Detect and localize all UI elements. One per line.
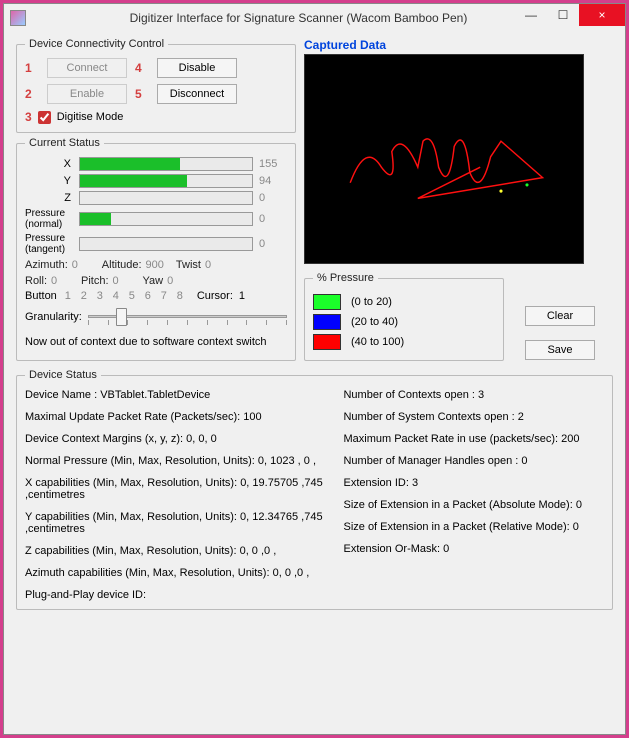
connectivity-legend: Device Connectivity Control [25,38,168,50]
x-value: 155 [259,158,287,170]
cursor-v: 1 [239,290,245,302]
b7: 7 [159,290,169,302]
ds-l6: Y capabilities (Min, Max, Resolution, Un… [25,511,331,535]
ds-r7: Size of Extension in a Packet (Relative … [343,521,604,533]
range-20-40: (20 to 40) [351,316,398,328]
ds-r2: Number of System Contexts open : 2 [343,411,604,423]
altitude-k: Altitude: [102,259,142,271]
swatch-red [313,334,341,350]
context-message: Now out of context due to software conte… [25,336,287,348]
pt-label: Pressure (tangent) [25,233,73,255]
disconnect-button[interactable]: Disconnect [157,84,237,104]
b6: 6 [143,290,153,302]
b4: 4 [111,290,121,302]
ds-l8: Azimuth capabilities (Min, Max, Resoluti… [25,567,331,579]
button-k: Button [25,290,57,302]
ds-l1: Device Name : VBTablet.TabletDevice [25,389,331,401]
signature-stroke [345,110,553,214]
twist-v: 0 [205,259,223,271]
pitch-v: 0 [113,275,131,287]
b1: 1 [63,290,73,302]
range-40-100: (40 to 100) [351,336,404,348]
ds-l7: Z capabilities (Min, Max, Resolution, Un… [25,545,331,557]
connect-button[interactable]: Connect [47,58,127,78]
captured-title: Captured Data [304,38,613,52]
azimuth-k: Azimuth: [25,259,68,271]
num-1: 1 [25,61,39,75]
range-0-20: (0 to 20) [351,296,392,308]
enable-button[interactable]: Enable [47,84,127,104]
current-status-legend: Current Status [25,137,104,149]
y-value: 94 [259,175,287,187]
ds-r3: Maximum Packet Rate in use (packets/sec)… [343,433,604,445]
signature-canvas[interactable] [304,54,584,264]
twist-k: Twist [176,259,201,271]
b2: 2 [79,290,89,302]
digitise-label: Digitise Mode [57,111,124,123]
ds-r1: Number of Contexts open : 3 [343,389,604,401]
granularity-k: Granularity: [25,311,82,323]
minimize-button[interactable]: — [515,4,547,26]
cursor-k: Cursor: [197,290,233,302]
current-status-group: Current Status X 155 Y 94 Z 0 Pressure (… [16,137,296,361]
ds-l9: Plug-and-Play device ID: [25,589,331,601]
connectivity-group: Device Connectivity Control 1 Connect 4 … [16,38,296,133]
b8: 8 [175,290,185,302]
ds-r6: Size of Extension in a Packet (Absolute … [343,499,604,511]
ds-l5: X capabilities (Min, Max, Resolution, Un… [25,477,331,501]
swatch-blue [313,314,341,330]
azimuth-v: 0 [72,259,90,271]
num-2: 2 [25,87,39,101]
ds-r4: Number of Manager Handles open : 0 [343,455,604,467]
b3: 3 [95,290,105,302]
altitude-v: 900 [146,259,164,271]
y-bar [79,174,253,188]
pn-value: 0 [259,213,287,225]
num-5: 5 [135,87,149,101]
pt-bar [79,237,253,251]
z-value: 0 [259,192,287,204]
ds-l3: Device Context Margins (x, y, z): 0, 0, … [25,433,331,445]
y-label: Y [25,175,73,187]
num-3: 3 [25,110,32,124]
z-label: Z [25,192,73,204]
num-4: 4 [135,61,149,75]
roll-k: Roll: [25,275,47,287]
swatch-green [313,294,341,310]
device-status-group: Device Status Device Name : VBTablet.Tab… [16,369,613,610]
pitch-k: Pitch: [81,275,109,287]
ds-l4: Normal Pressure (Min, Max, Resolution, U… [25,455,331,467]
pn-label: Pressure (normal) [25,208,73,230]
b5: 5 [127,290,137,302]
device-status-legend: Device Status [25,369,101,381]
yaw-k: Yaw [143,275,164,287]
pn-bar [79,212,253,226]
pressure-legend-group: % Pressure (0 to 20) (20 to 40) (40 to 1… [304,272,504,361]
window-frame: Digitizer Interface for Signature Scanne… [3,3,626,735]
pressure-legend-title: % Pressure [313,272,378,284]
roll-v: 0 [51,275,69,287]
close-button[interactable]: × [579,4,625,26]
titlebar: Digitizer Interface for Signature Scanne… [4,4,625,32]
x-bar [79,157,253,171]
x-label: X [25,158,73,170]
z-bar [79,191,253,205]
ds-l2: Maximal Update Packet Rate (Packets/sec)… [25,411,331,423]
ds-r8: Extension Or-Mask: 0 [343,543,604,555]
save-button[interactable]: Save [525,340,595,360]
restore-button[interactable]: ☐ [547,4,579,26]
clear-button[interactable]: Clear [525,306,595,326]
yaw-v: 0 [167,275,185,287]
granularity-slider[interactable] [88,306,287,328]
ds-r5: Extension ID: 3 [343,477,604,489]
digitise-checkbox[interactable] [38,111,51,124]
pt-value: 0 [259,238,287,250]
disable-button[interactable]: Disable [157,58,237,78]
app-icon [10,10,26,26]
